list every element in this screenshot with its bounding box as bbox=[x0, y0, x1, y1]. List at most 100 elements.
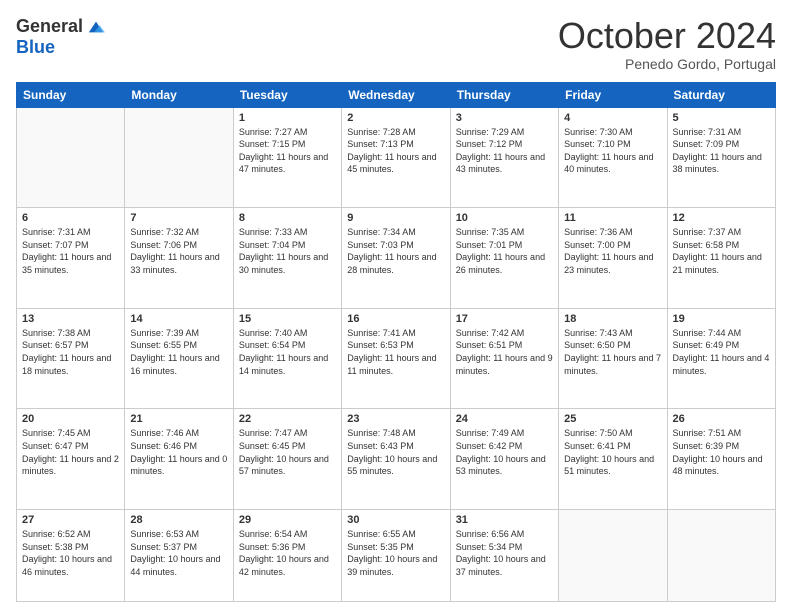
table-row: 15 Sunrise: 7:40 AMSunset: 6:54 PMDayligh… bbox=[233, 308, 341, 409]
calendar-table: Sunday Monday Tuesday Wednesday Thursday… bbox=[16, 82, 776, 602]
day-info: Sunrise: 6:54 AMSunset: 5:36 PMDaylight:… bbox=[239, 528, 336, 578]
day-info: Sunrise: 7:48 AMSunset: 6:43 PMDaylight:… bbox=[347, 427, 444, 477]
table-row bbox=[559, 509, 667, 601]
calendar-week-5: 27 Sunrise: 6:52 AMSunset: 5:38 PMDayligh… bbox=[17, 509, 776, 601]
day-number: 24 bbox=[456, 413, 553, 425]
col-thursday: Thursday bbox=[450, 82, 558, 107]
day-number: 25 bbox=[564, 413, 661, 425]
day-info: Sunrise: 7:27 AMSunset: 7:15 PMDaylight:… bbox=[239, 126, 336, 176]
day-number: 22 bbox=[239, 413, 336, 425]
table-row: 21 Sunrise: 7:46 AMSunset: 6:46 PMDayligh… bbox=[125, 409, 233, 510]
table-row: 18Sunrise: 7:43 AMSunset: 6:50 PMDayligh… bbox=[559, 308, 667, 409]
day-number: 13 bbox=[22, 313, 119, 325]
logo: General Blue bbox=[16, 16, 105, 58]
day-number: 28 bbox=[130, 514, 227, 526]
calendar-week-3: 13 Sunrise: 7:38 AMSunset: 6:57 PMDayligh… bbox=[17, 308, 776, 409]
day-info: Sunrise: 7:31 AMSunset: 7:07 PMDaylight:… bbox=[22, 226, 119, 276]
logo-icon bbox=[87, 18, 105, 36]
day-number: 31 bbox=[456, 514, 553, 526]
day-number: 6 bbox=[22, 212, 119, 224]
day-number: 26 bbox=[673, 413, 770, 425]
day-number: 18 bbox=[564, 313, 661, 325]
col-tuesday: Tuesday bbox=[233, 82, 341, 107]
table-row: 9 Sunrise: 7:34 AMSunset: 7:03 PMDaylight… bbox=[342, 208, 450, 309]
table-row: 1 Sunrise: 7:27 AMSunset: 7:15 PMDaylight… bbox=[233, 107, 341, 208]
day-info: Sunrise: 7:32 AMSunset: 7:06 PMDaylight:… bbox=[130, 226, 227, 276]
table-row: 23 Sunrise: 7:48 AMSunset: 6:43 PMDayligh… bbox=[342, 409, 450, 510]
col-friday: Friday bbox=[559, 82, 667, 107]
day-info: Sunrise: 7:50 AMSunset: 6:41 PMDaylight:… bbox=[564, 427, 661, 477]
day-number: 12 bbox=[673, 212, 770, 224]
table-row: 24 Sunrise: 7:49 AMSunset: 6:42 PMDayligh… bbox=[450, 409, 558, 510]
table-row bbox=[125, 107, 233, 208]
day-number: 11 bbox=[564, 212, 661, 224]
table-row: 19 Sunrise: 7:44 AMSunset: 6:49 PMDayligh… bbox=[667, 308, 775, 409]
day-info: Sunrise: 7:40 AMSunset: 6:54 PMDaylight:… bbox=[239, 327, 336, 377]
day-number: 19 bbox=[673, 313, 770, 325]
table-row: 6 Sunrise: 7:31 AMSunset: 7:07 PMDaylight… bbox=[17, 208, 125, 309]
day-info: Sunrise: 7:47 AMSunset: 6:45 PMDaylight:… bbox=[239, 427, 336, 477]
table-row: 17Sunrise: 7:42 AMSunset: 6:51 PMDayligh… bbox=[450, 308, 558, 409]
day-number: 14 bbox=[130, 313, 227, 325]
day-info: Sunrise: 6:56 AMSunset: 5:34 PMDaylight:… bbox=[456, 528, 553, 578]
day-info: Sunrise: 7:45 AMSunset: 6:47 PMDaylight:… bbox=[22, 427, 119, 477]
table-row: 13 Sunrise: 7:38 AMSunset: 6:57 PMDayligh… bbox=[17, 308, 125, 409]
day-number: 23 bbox=[347, 413, 444, 425]
day-info: Sunrise: 7:31 AMSunset: 7:09 PMDaylight:… bbox=[673, 126, 770, 176]
day-info: Sunrise: 7:49 AMSunset: 6:42 PMDaylight:… bbox=[456, 427, 553, 477]
calendar-week-1: 1 Sunrise: 7:27 AMSunset: 7:15 PMDaylight… bbox=[17, 107, 776, 208]
table-row: 27 Sunrise: 6:52 AMSunset: 5:38 PMDayligh… bbox=[17, 509, 125, 601]
day-info: Sunrise: 7:41 AMSunset: 6:53 PMDaylight:… bbox=[347, 327, 444, 377]
day-info: Sunrise: 7:38 AMSunset: 6:57 PMDaylight:… bbox=[22, 327, 119, 377]
day-number: 2 bbox=[347, 112, 444, 124]
day-info: Sunrise: 6:53 AMSunset: 5:37 PMDaylight:… bbox=[130, 528, 227, 578]
day-info: Sunrise: 7:51 AMSunset: 6:39 PMDaylight:… bbox=[673, 427, 770, 477]
table-row: 4Sunrise: 7:30 AMSunset: 7:10 PMDaylight… bbox=[559, 107, 667, 208]
day-info: Sunrise: 7:30 AMSunset: 7:10 PMDaylight:… bbox=[564, 126, 661, 176]
day-number: 15 bbox=[239, 313, 336, 325]
day-number: 30 bbox=[347, 514, 444, 526]
day-number: 1 bbox=[239, 112, 336, 124]
day-info: Sunrise: 7:28 AMSunset: 7:13 PMDaylight:… bbox=[347, 126, 444, 176]
col-sunday: Sunday bbox=[17, 82, 125, 107]
day-info: Sunrise: 7:44 AMSunset: 6:49 PMDaylight:… bbox=[673, 327, 770, 377]
day-number: 27 bbox=[22, 514, 119, 526]
month-title: October 2024 bbox=[558, 16, 776, 56]
day-number: 8 bbox=[239, 212, 336, 224]
day-info: Sunrise: 7:46 AMSunset: 6:46 PMDaylight:… bbox=[130, 427, 227, 477]
table-row: 31 Sunrise: 6:56 AMSunset: 5:34 PMDayligh… bbox=[450, 509, 558, 601]
day-number: 17 bbox=[456, 313, 553, 325]
day-info: Sunrise: 6:52 AMSunset: 5:38 PMDaylight:… bbox=[22, 528, 119, 578]
logo-general: General bbox=[16, 16, 83, 37]
day-info: Sunrise: 7:37 AMSunset: 6:58 PMDaylight:… bbox=[673, 226, 770, 276]
table-row: 3Sunrise: 7:29 AMSunset: 7:12 PMDaylight… bbox=[450, 107, 558, 208]
table-row: 8 Sunrise: 7:33 AMSunset: 7:04 PMDaylight… bbox=[233, 208, 341, 309]
day-info: Sunrise: 7:29 AMSunset: 7:12 PMDaylight:… bbox=[456, 126, 553, 176]
table-row: 26 Sunrise: 7:51 AMSunset: 6:39 PMDayligh… bbox=[667, 409, 775, 510]
title-block: October 2024 Penedo Gordo, Portugal bbox=[558, 16, 776, 72]
table-row: 10 Sunrise: 7:35 AMSunset: 7:01 PMDayligh… bbox=[450, 208, 558, 309]
calendar-week-4: 20 Sunrise: 7:45 AMSunset: 6:47 PMDayligh… bbox=[17, 409, 776, 510]
table-row: 28 Sunrise: 6:53 AMSunset: 5:37 PMDayligh… bbox=[125, 509, 233, 601]
table-row: 16Sunrise: 7:41 AMSunset: 6:53 PMDayligh… bbox=[342, 308, 450, 409]
day-number: 10 bbox=[456, 212, 553, 224]
col-monday: Monday bbox=[125, 82, 233, 107]
logo-blue: Blue bbox=[16, 37, 55, 58]
day-info: Sunrise: 7:34 AMSunset: 7:03 PMDaylight:… bbox=[347, 226, 444, 276]
day-number: 20 bbox=[22, 413, 119, 425]
table-row: 22 Sunrise: 7:47 AMSunset: 6:45 PMDayligh… bbox=[233, 409, 341, 510]
table-row: 14 Sunrise: 7:39 AMSunset: 6:55 PMDayligh… bbox=[125, 308, 233, 409]
day-info: Sunrise: 7:33 AMSunset: 7:04 PMDaylight:… bbox=[239, 226, 336, 276]
day-number: 9 bbox=[347, 212, 444, 224]
col-wednesday: Wednesday bbox=[342, 82, 450, 107]
table-row: 7Sunrise: 7:32 AMSunset: 7:06 PMDaylight… bbox=[125, 208, 233, 309]
day-number: 5 bbox=[673, 112, 770, 124]
day-info: Sunrise: 7:39 AMSunset: 6:55 PMDaylight:… bbox=[130, 327, 227, 377]
day-info: Sunrise: 7:35 AMSunset: 7:01 PMDaylight:… bbox=[456, 226, 553, 276]
day-number: 21 bbox=[130, 413, 227, 425]
table-row: 2 Sunrise: 7:28 AMSunset: 7:13 PMDaylight… bbox=[342, 107, 450, 208]
table-row bbox=[17, 107, 125, 208]
table-row: 12 Sunrise: 7:37 AMSunset: 6:58 PMDayligh… bbox=[667, 208, 775, 309]
calendar-header-row: Sunday Monday Tuesday Wednesday Thursday… bbox=[17, 82, 776, 107]
day-number: 29 bbox=[239, 514, 336, 526]
